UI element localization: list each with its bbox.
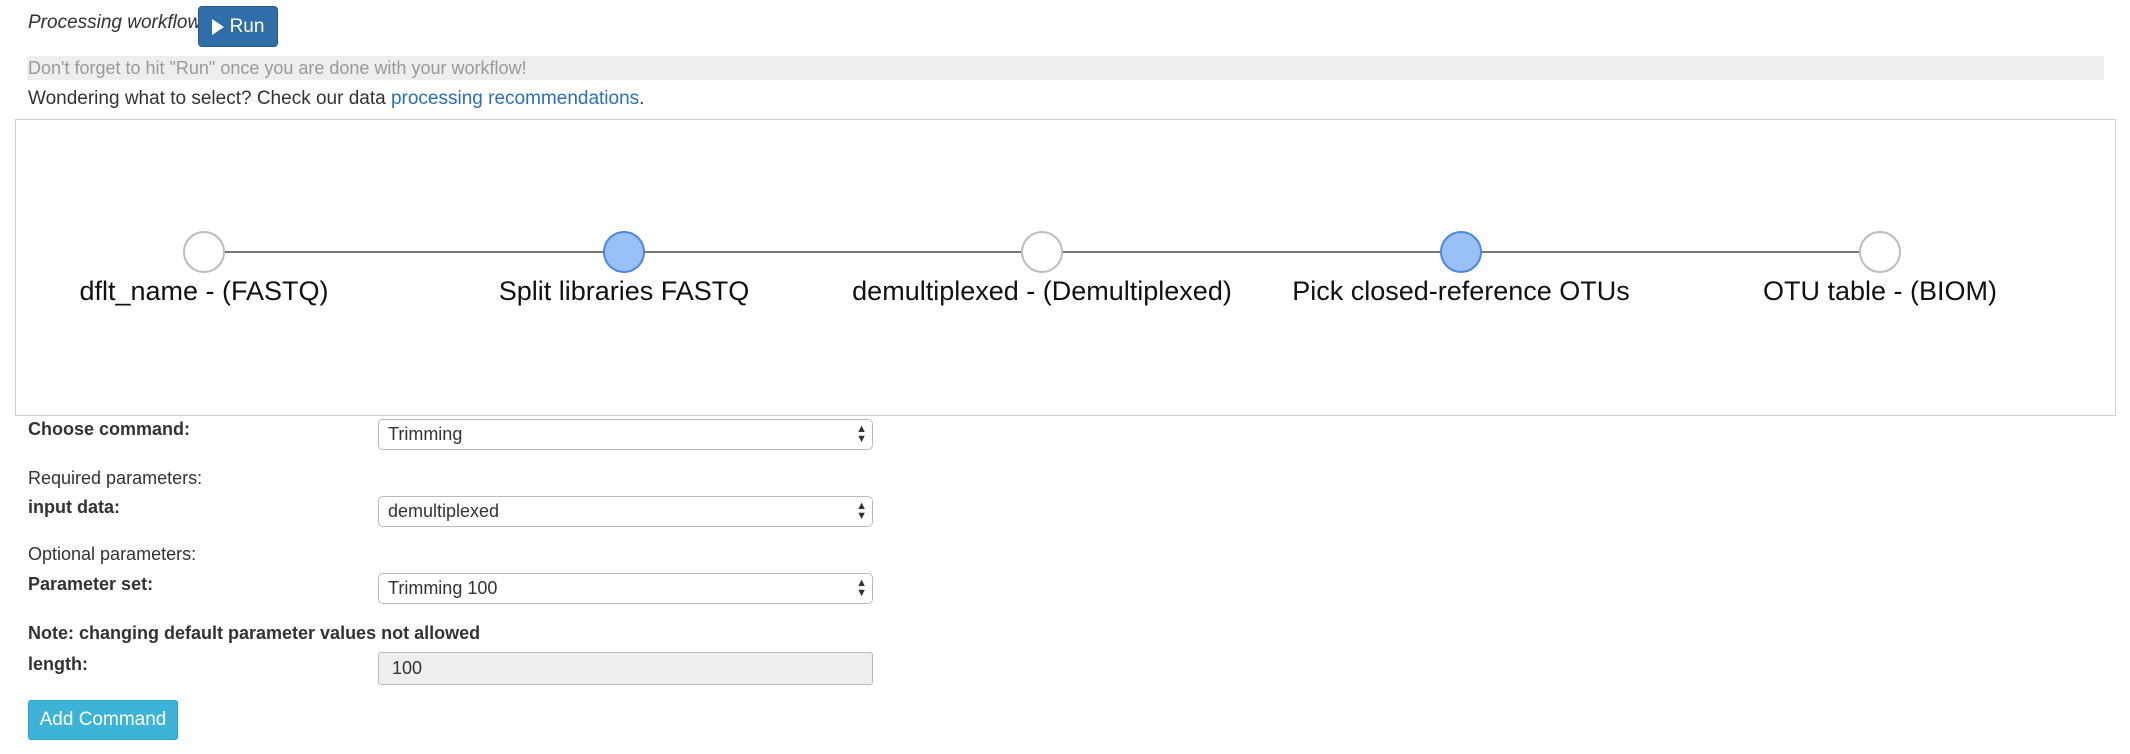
workflow-node-dflt-name[interactable] (183, 231, 225, 273)
workflow-node-label: OTU table - (BIOM) (1762, 276, 1998, 306)
parameter-set-select-value: Trimming 100 (388, 578, 498, 598)
recommendations-text: Wondering what to select? Check our data… (28, 88, 644, 110)
run-button-label: Run (229, 15, 265, 37)
workflow-title: Processing workflow (28, 12, 202, 33)
workflow-node-pick-otus[interactable] (1440, 231, 1482, 273)
parameter-set-select[interactable]: Trimming 100 ▲ ▼ (378, 573, 873, 604)
parameter-set-label: Parameter set: (28, 574, 154, 594)
length-field[interactable]: 100 (378, 652, 873, 685)
parameter-note: Note: changing default parameter values … (28, 623, 481, 643)
choose-command-label: Choose command: (28, 419, 191, 439)
command-select-value: Trimming (388, 424, 463, 444)
workflow-node-label: Split libraries FASTQ (498, 276, 750, 306)
processing-recommendations-link[interactable]: processing recommendations (391, 88, 639, 109)
optional-parameters-label: Optional parameters: (28, 544, 197, 564)
up-down-arrows-icon: ▲ ▼ (856, 577, 867, 599)
recommendations-prefix: Wondering what to select? Check our data (28, 88, 391, 109)
add-command-button[interactable]: Add Command (28, 700, 178, 740)
workflow-node-label: demultiplexed - (Demultiplexed) (852, 276, 1232, 306)
workflow-node-otu-table[interactable] (1859, 231, 1901, 273)
up-down-arrows-icon: ▲ ▼ (856, 500, 867, 522)
workflow-node-demultiplexed[interactable] (1021, 231, 1063, 273)
play-icon (211, 18, 224, 35)
input-data-select-value: demultiplexed (388, 501, 500, 521)
run-button[interactable]: Run (198, 6, 278, 47)
up-down-arrows-icon: ▲ ▼ (856, 423, 867, 445)
required-parameters-label: Required parameters: (28, 468, 203, 488)
length-label: length: (28, 654, 88, 674)
workflow-node-split-libraries[interactable] (603, 231, 645, 273)
workflow-node-label: dflt_name - (FASTQ) (79, 276, 329, 306)
recommendations-suffix: . (639, 88, 645, 109)
workflow-node-label: Pick closed-reference OTUs (1292, 276, 1630, 306)
input-data-label: input data: (28, 497, 120, 517)
workflow-graph[interactable]: dflt_name - (FASTQ) Split libraries FAST… (15, 119, 2116, 416)
command-select[interactable]: Trimming ▲ ▼ (378, 419, 873, 450)
input-data-select[interactable]: demultiplexed ▲ ▼ (378, 496, 873, 527)
run-reminder: Don't forget to hit "Run" once you are d… (27, 56, 2104, 80)
